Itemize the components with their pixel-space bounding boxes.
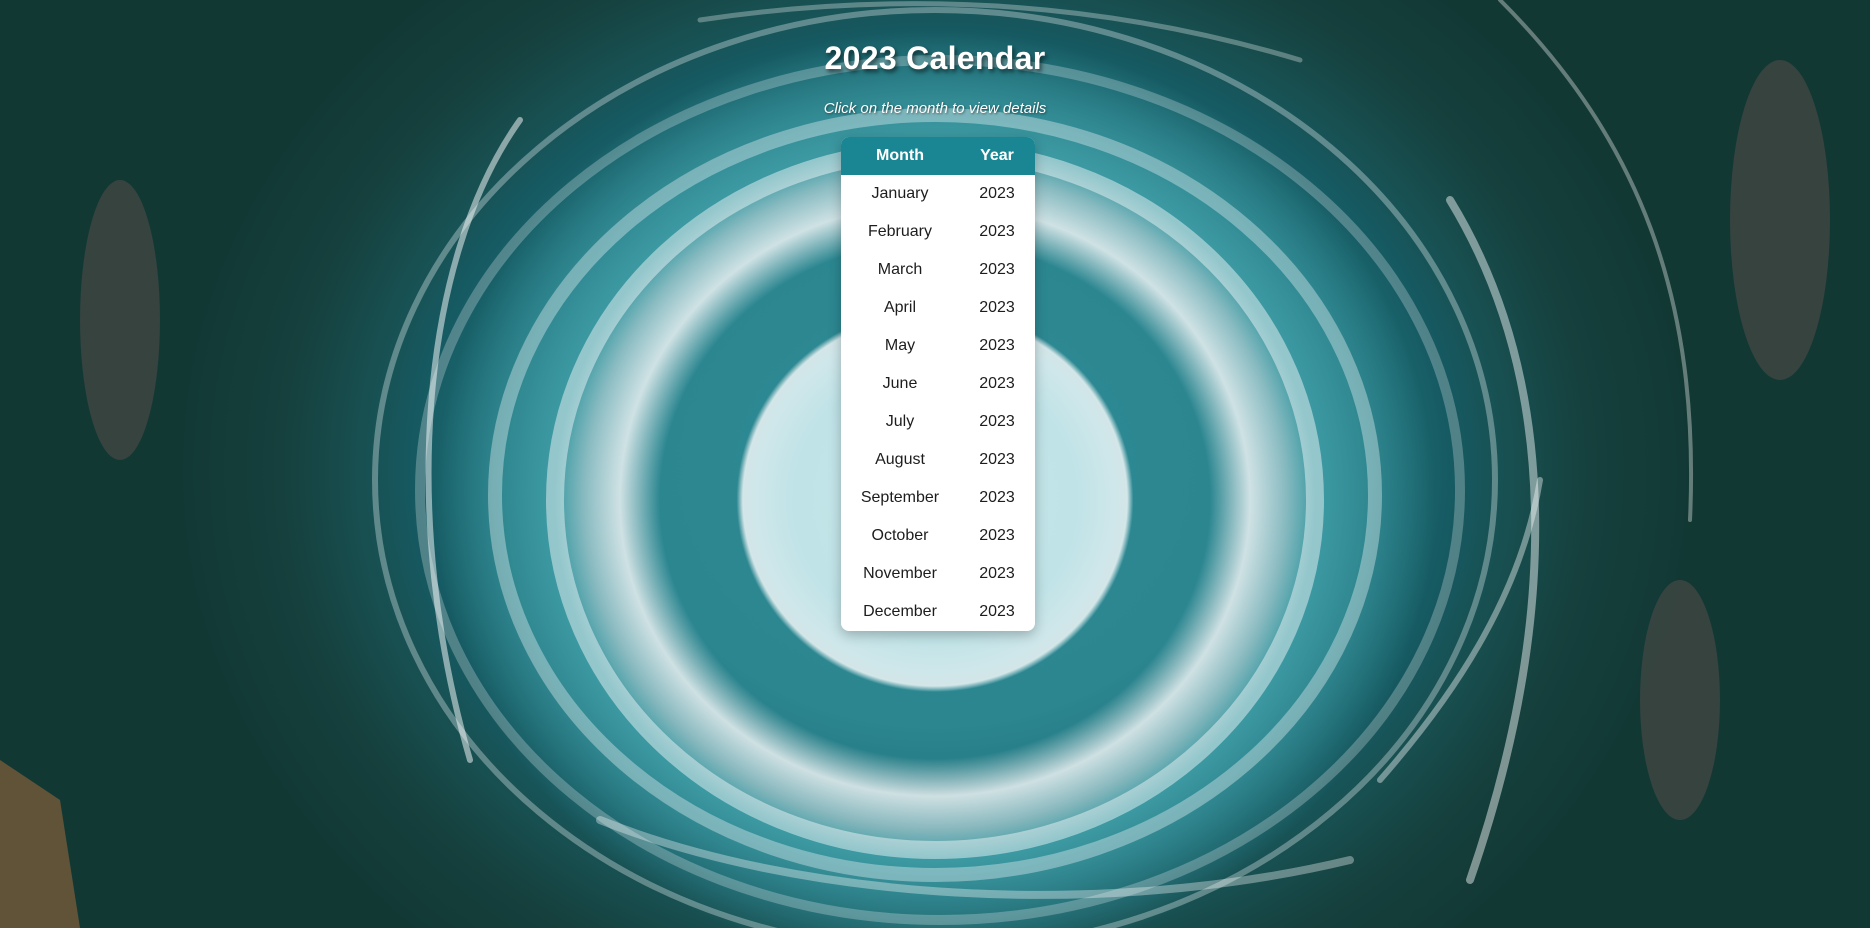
year-cell: 2023 [979, 375, 1015, 392]
month-row-august[interactable]: August 2023 [841, 441, 1035, 479]
month-cell[interactable]: December [841, 593, 959, 631]
month-row-july[interactable]: July 2023 [841, 403, 1035, 441]
month-cell[interactable]: June [841, 365, 959, 403]
year-cell: 2023 [979, 451, 1015, 468]
page-subtitle: Click on the month to view details [823, 100, 1047, 117]
month-cell[interactable]: July [841, 403, 959, 441]
month-row-may[interactable]: May 2023 [841, 327, 1035, 365]
table-header-row: Month Year [841, 137, 1035, 175]
year-cell: 2023 [979, 337, 1015, 354]
month-row-june[interactable]: June 2023 [841, 365, 1035, 403]
month-row-january[interactable]: January 2023 [841, 175, 1035, 213]
month-cell[interactable]: August [841, 441, 959, 479]
page-header: 2023 Calendar [0, 40, 1870, 77]
page-title: 2023 Calendar [824, 40, 1046, 76]
calendar-card: Month Year January 2023 February 2023 Ma… [841, 137, 1035, 631]
month-cell[interactable]: October [841, 517, 959, 555]
month-row-november[interactable]: November 2023 [841, 555, 1035, 593]
year-cell: 2023 [979, 185, 1015, 202]
year-cell: 2023 [979, 261, 1015, 278]
month-row-december[interactable]: December 2023 [841, 593, 1035, 631]
month-cell[interactable]: September [841, 479, 959, 517]
year-cell: 2023 [979, 489, 1015, 506]
year-cell: 2023 [979, 565, 1015, 582]
year-cell: 2023 [979, 413, 1015, 430]
month-cell[interactable]: November [841, 555, 959, 593]
column-header-year: Year [959, 137, 1035, 175]
year-cell: 2023 [979, 223, 1015, 240]
month-cell[interactable]: January [841, 175, 959, 213]
month-cell[interactable]: February [841, 213, 959, 251]
year-cell: 2023 [979, 299, 1015, 316]
month-row-september[interactable]: September 2023 [841, 479, 1035, 517]
month-row-february[interactable]: February 2023 [841, 213, 1035, 251]
column-header-month: Month [841, 137, 959, 175]
month-row-april[interactable]: April 2023 [841, 289, 1035, 327]
year-cell: 2023 [979, 527, 1015, 544]
month-row-march[interactable]: March 2023 [841, 251, 1035, 289]
month-cell[interactable]: May [841, 327, 959, 365]
month-cell[interactable]: March [841, 251, 959, 289]
month-cell[interactable]: April [841, 289, 959, 327]
calendar-table: Month Year January 2023 February 2023 Ma… [841, 137, 1035, 631]
year-cell: 2023 [979, 603, 1015, 620]
month-row-october[interactable]: October 2023 [841, 517, 1035, 555]
